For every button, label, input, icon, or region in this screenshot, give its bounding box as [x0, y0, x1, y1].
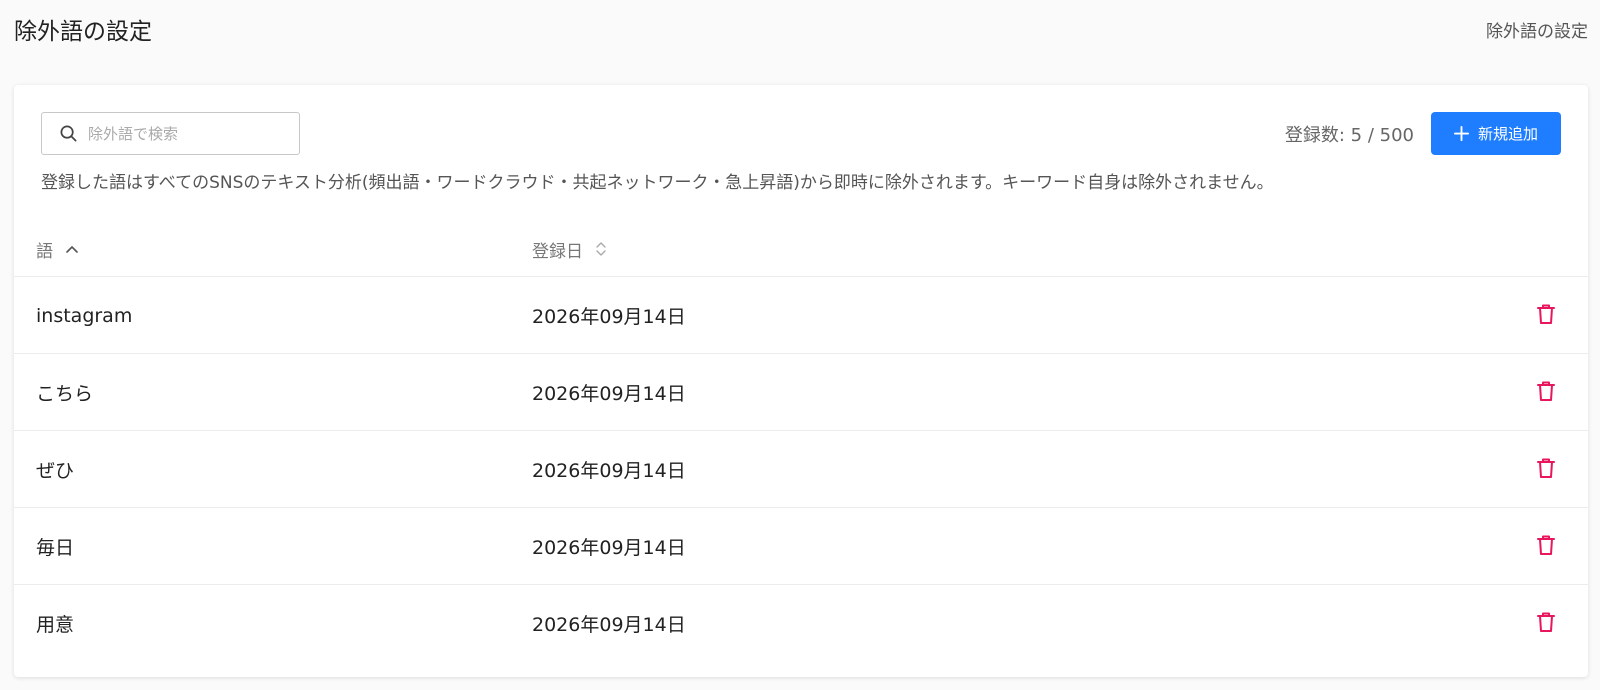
exclusion-words-card: 登録数: 5 / 500 新規追加 登録した語はすべてのSNSのテキスト分析(頻…: [14, 85, 1588, 677]
table-row: こちら 2026年09月14日: [14, 354, 1588, 431]
table-row: 毎日 2026年09月14日: [14, 508, 1588, 585]
delete-button[interactable]: [1534, 535, 1558, 559]
column-header-word[interactable]: 語: [36, 221, 79, 277]
plus-icon: [1453, 126, 1469, 141]
sort-icon: [595, 240, 607, 258]
date-cell: 2026年09月14日: [532, 383, 686, 405]
page-title: 除外語の設定: [14, 19, 152, 45]
chevron-up-icon: [65, 244, 79, 254]
date-cell: 2026年09月14日: [532, 537, 686, 559]
word-cell: ぜひ: [36, 460, 75, 482]
column-header-date[interactable]: 登録日: [532, 221, 607, 277]
breadcrumb[interactable]: 除外語の設定: [1486, 17, 1588, 42]
date-cell: 2026年09月14日: [532, 460, 686, 482]
table-row: ぜひ 2026年09月14日: [14, 431, 1588, 508]
word-cell: instagram: [36, 304, 133, 327]
delete-button[interactable]: [1534, 381, 1558, 405]
table-body: instagram 2026年09月14日 こちら 2026年09月14日 ぜひ…: [14, 277, 1588, 662]
trash-icon: [1536, 611, 1556, 637]
word-cell: 毎日: [36, 537, 75, 559]
column-header-date-label: 登録日: [532, 241, 583, 262]
word-cell: こちら: [36, 383, 94, 405]
search-input[interactable]: [88, 124, 288, 143]
description-text: 登録した語はすべてのSNSのテキスト分析(頻出語・ワードクラウド・共起ネットワー…: [41, 173, 1274, 193]
add-new-button[interactable]: 新規追加: [1431, 112, 1561, 155]
registration-count: 登録数: 5 / 500: [1284, 125, 1414, 146]
word-cell: 用意: [36, 614, 75, 636]
table-row: 用意 2026年09月14日: [14, 585, 1588, 662]
trash-icon: [1536, 457, 1556, 483]
column-header-word-label: 語: [36, 241, 53, 262]
delete-button[interactable]: [1534, 304, 1558, 328]
search-icon: [59, 124, 78, 143]
table-header: 語 登録日: [14, 221, 1588, 277]
date-cell: 2026年09月14日: [532, 614, 686, 636]
trash-icon: [1536, 303, 1556, 329]
delete-button[interactable]: [1534, 458, 1558, 482]
trash-icon: [1536, 534, 1556, 560]
date-cell: 2026年09月14日: [532, 306, 686, 328]
add-new-label: 新規追加: [1477, 125, 1538, 143]
delete-button[interactable]: [1534, 612, 1558, 636]
table-row: instagram 2026年09月14日: [14, 277, 1588, 354]
trash-icon: [1536, 380, 1556, 406]
search-box[interactable]: [41, 112, 300, 155]
